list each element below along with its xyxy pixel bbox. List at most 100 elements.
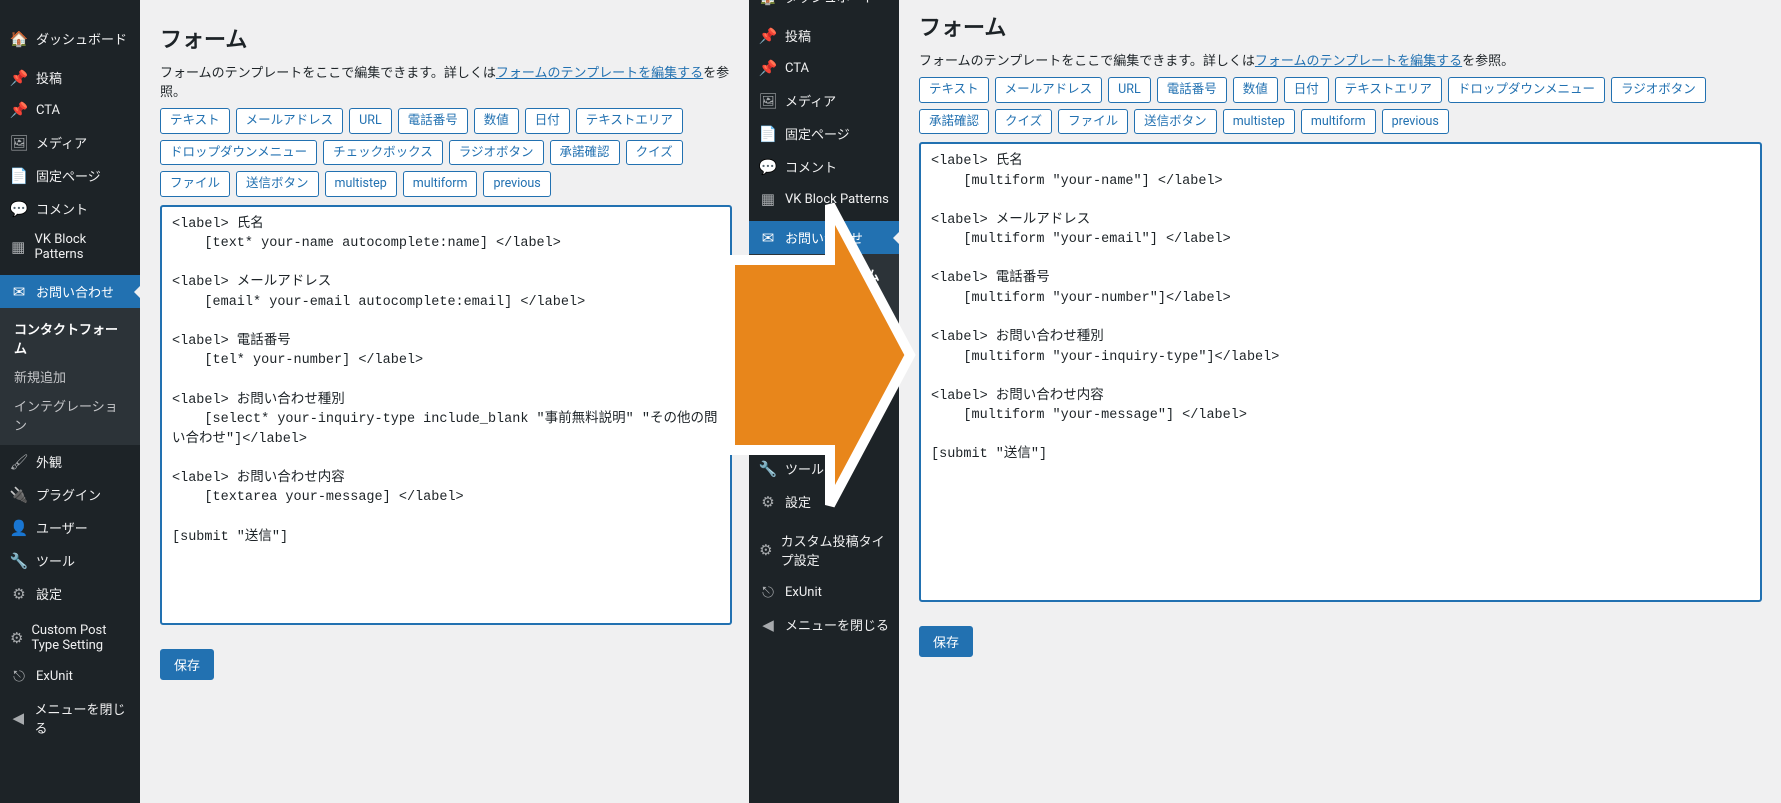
submenu-item[interactable]: インテグレーション [0,391,140,439]
sidebar-item-exunit[interactable]: ⎋ExUnit [0,660,140,692]
sidebar-item-label: VK Block Patterns [785,192,889,207]
plugins-icon: 🔌 [759,394,777,412]
sidebar-item-label: ダッシュボード [36,29,127,48]
sidebar-item-cta[interactable]: 📌CTA [0,94,140,126]
form-tag-button[interactable]: 数値 [1233,77,1278,103]
form-tag-button[interactable]: 日付 [1284,77,1329,103]
sidebar-item-cta[interactable]: 📌CTA [749,52,899,84]
sidebar-item-collapse[interactable]: ◀メニューを閉じる [749,608,899,641]
form-tag-button[interactable]: ドロップダウンメニュー [160,140,317,166]
template-edit-link[interactable]: フォームのテンプレートを編集する [496,66,703,81]
form-tag-button[interactable]: 電話番号 [398,108,468,134]
sidebar-item-vk-block[interactable]: ▦VK Block Patterns [0,225,140,269]
sidebar-item-label: ツール [785,459,824,478]
save-button[interactable]: 保存 [160,649,214,680]
sidebar-item-pages[interactable]: 📄固定ページ [0,159,140,192]
form-tag-button[interactable]: メールアドレス [995,77,1103,103]
form-tag-button[interactable]: メールアドレス [236,108,344,134]
sidebar-item-settings[interactable]: ⚙設定 [749,485,899,518]
sidebar-item-plugins[interactable]: 🔌プラグイン [0,478,140,511]
form-tag-button[interactable]: multiform [1301,109,1376,135]
form-tag-button[interactable]: テキスト [919,77,989,103]
template-edit-link[interactable]: フォームのテンプレートを編集する [1255,54,1462,69]
form-tag-button[interactable]: previous [1382,109,1449,135]
form-tag-button[interactable]: チェックボックス [323,140,443,166]
sidebar-item-appearance[interactable]: 🖌 外観 [749,353,899,386]
desc-text: フォームのテンプレートをここで編集できます。詳しくは [160,66,496,81]
form-tag-button[interactable]: ファイル [160,171,230,197]
sidebar-item-label: コメント [785,157,837,176]
sidebar-item-label: 設定 [36,584,62,603]
save-button[interactable]: 保存 [919,626,973,657]
sidebar-item-label: Custom Post Type Setting [31,623,130,653]
form-tag-button[interactable]: multistep [1223,109,1295,135]
form-description: フォームのテンプレートをここで編集できます。詳しくはフォームのテンプレートを編集… [160,62,732,100]
submenu-item[interactable]: 新規追加 [749,289,899,318]
submenu-item[interactable]: インテグレーション [749,318,899,347]
sidebar-item-label: 外観 [785,360,811,379]
form-template-editor[interactable] [160,205,732,625]
form-tag-button[interactable]: クイズ [995,109,1052,135]
sidebar-item-tools[interactable]: 🔧ツール [0,544,140,577]
form-tag-button[interactable]: 数値 [474,108,519,134]
sidebar-item-media[interactable]: 🖼メディア [0,126,140,159]
form-tag-button[interactable]: ラジオボタン [449,140,544,166]
sidebar-item-users[interactable]: 👤ユーザー [0,511,140,544]
sidebar-item-media[interactable]: 🖼メディア [749,84,899,117]
sidebar-item-posts[interactable]: 📌 投稿 [749,19,899,52]
form-description: フォームのテンプレートをここで編集できます。詳しくはフォームのテンプレートを編集… [919,50,1762,69]
form-tag-button[interactable]: 日付 [525,108,570,134]
form-tag-button[interactable]: クイズ [626,140,683,166]
sidebar-item-contact[interactable]: ✉お問い合わせ [749,221,899,254]
sidebar-item-exunit[interactable]: ⎋ExUnit [749,576,899,608]
sidebar-item-dashboard[interactable]: 🏠ダッシュボード [749,0,899,13]
sidebar-item-settings[interactable]: ⚙設定 [0,577,140,610]
dashboard-icon: 🏠 [10,30,28,48]
form-tag-button[interactable]: テキストエリア [1335,77,1442,103]
sidebar-item-comments[interactable]: 💬コメント [749,150,899,183]
form-tag-button[interactable]: URL [349,108,392,134]
sidebar-item-pages[interactable]: 📄固定ページ [749,117,899,150]
form-tag-button[interactable]: 承諾確認 [919,109,989,135]
submenu-item[interactable]: コンタクトフォーム [749,260,899,289]
sidebar-item-label: メディア [785,91,836,110]
form-tag-button[interactable]: テキスト [160,108,230,134]
sidebar-item-posts[interactable]: 📌投稿 [0,61,140,94]
form-tag-button[interactable]: multistep [325,171,397,197]
form-tag-button[interactable]: 電話番号 [1157,77,1227,103]
sidebar-item-dashboard[interactable]: 🏠 ダッシュボード [0,22,140,55]
sidebar-item-appearance[interactable]: 🖌外観 [0,445,140,478]
sidebar-item-contact[interactable]: ✉ お問い合わせ [0,275,140,308]
form-tag-button[interactable]: 送信ボタン [236,171,319,197]
form-tag-button[interactable]: テキストエリア [576,108,683,134]
appearance-icon: 🖌 [759,361,777,379]
sidebar-item-cpt[interactable]: ⚙カスタム投稿タイプ設定 [749,524,899,576]
submenu-item[interactable]: コンタクトフォーム [0,314,140,362]
sidebar-item-tools[interactable]: 🔧ツール [749,452,899,485]
sidebar-item-users[interactable]: 👤ユーザー [749,419,899,452]
sidebar-item-vk-block[interactable]: ▦ VK Block Patterns [749,183,899,215]
sidebar-item-label: お問い合わせ [36,282,114,301]
sidebar-item-collapse[interactable]: ◀メニューを閉じる [0,692,140,744]
sidebar-item-comments[interactable]: 💬コメント [0,192,140,225]
form-tag-button[interactable]: 送信ボタン [1134,109,1217,135]
form-tag-button[interactable]: URL [1108,77,1151,103]
sidebar-item-cpt[interactable]: ⚙Custom Post Type Setting [0,616,140,660]
form-template-editor[interactable] [919,142,1762,602]
form-tag-button[interactable]: ラジオボタン [1611,77,1706,103]
form-tag-button[interactable]: ファイル [1058,109,1128,135]
sidebar-item-label: ユーザー [785,426,837,445]
vk-block-icon: ▦ [759,190,777,208]
form-tag-button[interactable]: previous [483,171,550,197]
sidebar-item-label: カスタム投稿タイプ設定 [781,531,889,569]
sidebar-item-label: 設定 [785,492,811,511]
posts-icon: 📌 [759,27,777,45]
form-tag-button[interactable]: 承諾確認 [550,140,620,166]
sidebar-item-plugins[interactable]: 🔌プラグイン [749,386,899,419]
contact-icon: ✉ [10,283,28,301]
desc-text-after: を参照。 [1462,54,1514,69]
submenu-item[interactable]: 新規追加 [0,362,140,391]
form-tag-button[interactable]: multiform [403,171,478,197]
sidebar-item-label: 投稿 [785,26,811,45]
form-tag-button[interactable]: ドロップダウンメニュー [1448,77,1605,103]
